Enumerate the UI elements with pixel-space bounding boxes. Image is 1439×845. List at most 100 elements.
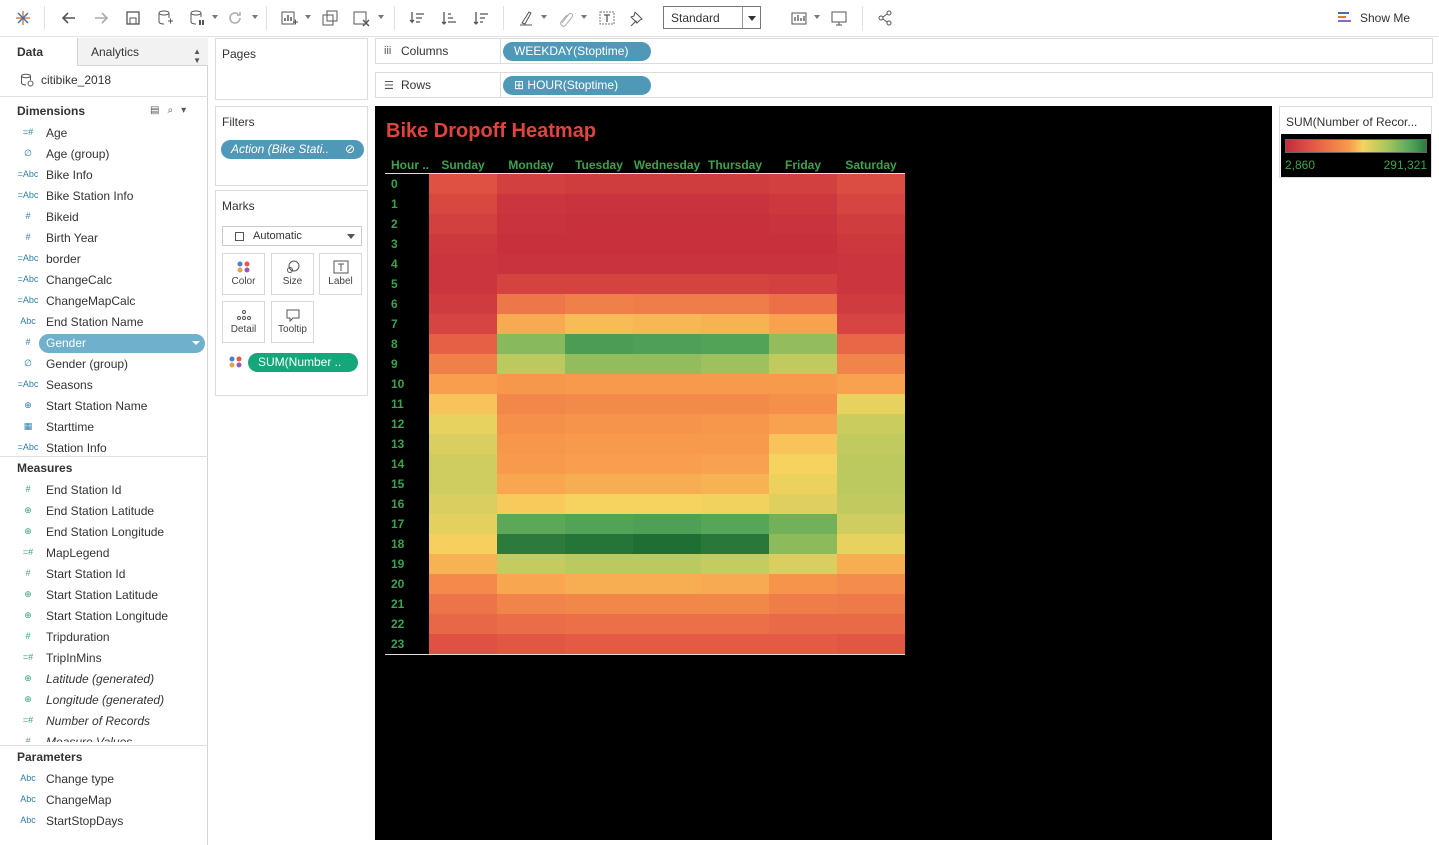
heatmap-cell[interactable] <box>429 174 497 194</box>
heatmap-cell[interactable] <box>633 454 701 474</box>
heatmap-cell[interactable] <box>769 194 837 214</box>
heatmap-cell[interactable] <box>429 614 497 634</box>
pause-icon[interactable] <box>186 7 208 29</box>
heatmap-cell[interactable] <box>633 254 701 274</box>
heatmap-chart[interactable]: Hour .. Sunday Monday Tuesday Wednesday Thurs… <box>375 106 1272 840</box>
chevron-down-icon[interactable] <box>305 15 311 19</box>
heatmap-cell[interactable] <box>429 494 497 514</box>
heatmap-cell[interactable] <box>429 594 497 614</box>
heatmap-cell[interactable] <box>565 334 633 354</box>
group-icon[interactable] <box>554 7 576 29</box>
heatmap-cell[interactable] <box>565 534 633 554</box>
heatmap-cell[interactable] <box>565 374 633 394</box>
heatmap-cell[interactable] <box>769 234 837 254</box>
duplicate-icon[interactable] <box>319 7 341 29</box>
heatmap-cell[interactable] <box>429 214 497 234</box>
heatmap-cell[interactable] <box>837 334 905 354</box>
heatmap-cell[interactable] <box>633 494 701 514</box>
heatmap-cell[interactable] <box>701 414 769 434</box>
columns-shelf[interactable]: iii Columns WEEKDAY(Stoptime) <box>375 38 1433 64</box>
heatmap-cell[interactable] <box>837 374 905 394</box>
heatmap-cell[interactable] <box>497 194 565 214</box>
heatmap-cell[interactable] <box>565 234 633 254</box>
field-item[interactable]: =Abc ChangeCalc <box>0 270 208 291</box>
redo-icon[interactable] <box>90 7 112 29</box>
field-item[interactable]: # Start Station Id <box>0 564 208 585</box>
field-item[interactable]: # Tripduration <box>0 627 208 648</box>
heatmap-cell[interactable] <box>837 494 905 514</box>
show-cards-icon[interactable] <box>788 7 810 29</box>
heatmap-cell[interactable] <box>497 554 565 574</box>
clear-icon[interactable] <box>350 7 372 29</box>
heatmap-cell[interactable] <box>497 514 565 534</box>
heatmap-cell[interactable] <box>429 234 497 254</box>
heatmap-cell[interactable] <box>497 334 565 354</box>
heatmap-cell[interactable] <box>769 314 837 334</box>
heatmap-cell[interactable] <box>633 294 701 314</box>
heatmap-cell[interactable] <box>429 354 497 374</box>
heatmap-cell[interactable] <box>701 574 769 594</box>
heatmap-cell[interactable] <box>429 394 497 414</box>
save-icon[interactable] <box>122 7 144 29</box>
field-item[interactable]: ⊕ Start Station Latitude <box>0 585 208 606</box>
view-list-icon[interactable]: ▤ <box>150 105 159 116</box>
heatmap-cell[interactable] <box>769 614 837 634</box>
heatmap-cell[interactable] <box>701 314 769 334</box>
pages-card[interactable]: Pages <box>215 38 368 100</box>
heatmap-cell[interactable] <box>429 374 497 394</box>
heatmap-cell[interactable] <box>837 434 905 454</box>
heatmap-cell[interactable] <box>837 574 905 594</box>
rows-pill[interactable]: ⊞ HOUR(Stoptime) <box>503 76 651 95</box>
heatmap-cell[interactable] <box>565 514 633 534</box>
heatmap-cell[interactable] <box>497 234 565 254</box>
heatmap-cell[interactable] <box>837 194 905 214</box>
size-button[interactable]: Size <box>271 253 314 295</box>
heatmap-cell[interactable] <box>769 594 837 614</box>
heatmap-cell[interactable] <box>701 534 769 554</box>
heatmap-cell[interactable] <box>701 614 769 634</box>
heatmap-cell[interactable] <box>633 274 701 294</box>
undo-icon[interactable] <box>58 7 80 29</box>
heatmap-cell[interactable] <box>769 294 837 314</box>
heatmap-cell[interactable] <box>429 474 497 494</box>
heatmap-cell[interactable] <box>429 574 497 594</box>
sort-desc-icon[interactable] <box>470 7 492 29</box>
heatmap-cell[interactable] <box>769 434 837 454</box>
heatmap-cell[interactable] <box>701 294 769 314</box>
heatmap-cell[interactable] <box>565 494 633 514</box>
heatmap-cell[interactable] <box>837 534 905 554</box>
heatmap-cell[interactable] <box>633 354 701 374</box>
heatmap-cell[interactable] <box>429 554 497 574</box>
sort-asc-icon[interactable] <box>438 7 460 29</box>
heatmap-cell[interactable] <box>565 414 633 434</box>
tooltip-button[interactable]: Tooltip <box>271 301 314 343</box>
heatmap-cell[interactable] <box>633 594 701 614</box>
heatmap-cell[interactable] <box>497 174 565 194</box>
heatmap-cell[interactable] <box>769 474 837 494</box>
heatmap-cell[interactable] <box>769 334 837 354</box>
heatmap-cell[interactable] <box>701 434 769 454</box>
heatmap-cell[interactable] <box>769 354 837 374</box>
fit-select[interactable]: Standard <box>663 6 761 29</box>
new-datasource-icon[interactable] <box>154 7 176 29</box>
chevron-down-icon[interactable] <box>581 15 587 19</box>
heatmap-cell[interactable] <box>565 254 633 274</box>
rows-shelf[interactable]: ☰ Rows ⊞ HOUR(Stoptime) <box>375 72 1433 98</box>
heatmap-cell[interactable] <box>565 634 633 654</box>
field-item[interactable]: # Measure Values <box>0 732 208 742</box>
heatmap-cell[interactable] <box>497 394 565 414</box>
label-button[interactable]: Label <box>319 253 362 295</box>
heatmap-cell[interactable] <box>633 614 701 634</box>
field-item[interactable]: =Abc border <box>0 249 208 270</box>
heatmap-cell[interactable] <box>837 314 905 334</box>
heatmap-cell[interactable] <box>837 214 905 234</box>
heatmap-cell[interactable] <box>701 554 769 574</box>
heatmap-cell[interactable] <box>769 574 837 594</box>
heatmap-cell[interactable] <box>497 574 565 594</box>
heatmap-cell[interactable] <box>837 414 905 434</box>
field-item[interactable]: Abc Change type <box>0 769 208 790</box>
chevron-down-icon[interactable] <box>212 15 218 19</box>
heatmap-cell[interactable] <box>769 414 837 434</box>
heatmap-cell[interactable] <box>633 374 701 394</box>
chevron-down-icon[interactable] <box>541 15 547 19</box>
